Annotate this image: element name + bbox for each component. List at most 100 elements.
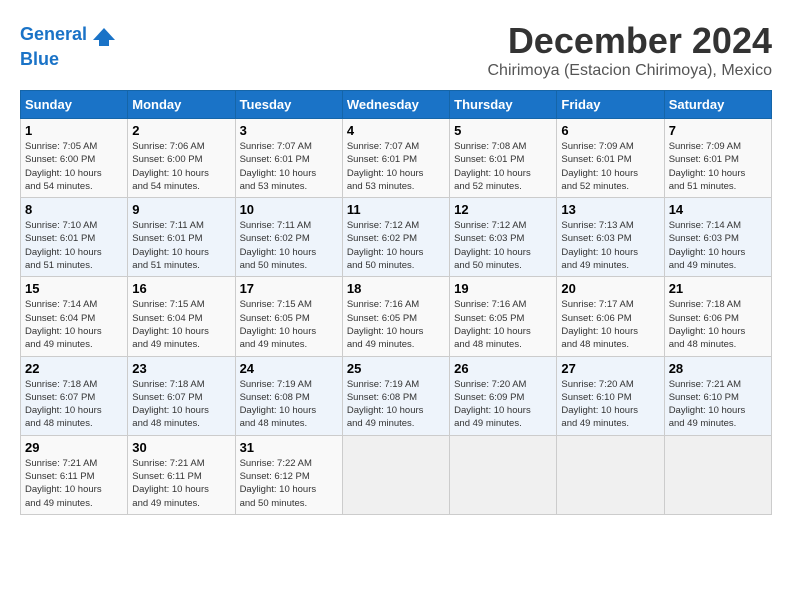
day-info: Sunrise: 7:15 AM Sunset: 6:04 PM Dayligh…	[132, 298, 230, 351]
day-info: Sunrise: 7:05 AM Sunset: 6:00 PM Dayligh…	[25, 140, 123, 193]
day-info: Sunrise: 7:22 AM Sunset: 6:12 PM Dayligh…	[240, 457, 338, 510]
day-number: 16	[132, 281, 230, 296]
calendar-cell: 15 Sunrise: 7:14 AM Sunset: 6:04 PM Dayli…	[21, 277, 128, 356]
calendar-cell: 30 Sunrise: 7:21 AM Sunset: 6:11 PM Dayli…	[128, 435, 235, 514]
day-number: 11	[347, 202, 445, 217]
calendar-cell: 31 Sunrise: 7:22 AM Sunset: 6:12 PM Dayli…	[235, 435, 342, 514]
calendar-cell: 19 Sunrise: 7:16 AM Sunset: 6:05 PM Dayli…	[450, 277, 557, 356]
day-number: 29	[25, 440, 123, 455]
day-info: Sunrise: 7:10 AM Sunset: 6:01 PM Dayligh…	[25, 219, 123, 272]
day-info: Sunrise: 7:20 AM Sunset: 6:09 PM Dayligh…	[454, 378, 552, 431]
day-number: 27	[561, 361, 659, 376]
calendar-cell: 2Sunrise: 7:06 AM Sunset: 6:00 PM Daylig…	[128, 119, 235, 198]
day-info: Sunrise: 7:21 AM Sunset: 6:11 PM Dayligh…	[132, 457, 230, 510]
day-number: 25	[347, 361, 445, 376]
day-number: 21	[669, 281, 767, 296]
col-header-friday: Friday	[557, 91, 664, 119]
calendar-cell: 13Sunrise: 7:13 AM Sunset: 6:03 PM Dayli…	[557, 198, 664, 277]
col-header-saturday: Saturday	[664, 91, 771, 119]
calendar-week-1: 1 Sunrise: 7:05 AM Sunset: 6:00 PM Daylig…	[21, 119, 772, 198]
day-info: Sunrise: 7:14 AM Sunset: 6:03 PM Dayligh…	[669, 219, 767, 272]
day-info: Sunrise: 7:18 AM Sunset: 6:07 PM Dayligh…	[132, 378, 230, 431]
day-info: Sunrise: 7:09 AM Sunset: 6:01 PM Dayligh…	[669, 140, 767, 193]
day-number: 18	[347, 281, 445, 296]
calendar-cell: 24 Sunrise: 7:19 AM Sunset: 6:08 PM Dayli…	[235, 356, 342, 435]
calendar-week-3: 15 Sunrise: 7:14 AM Sunset: 6:04 PM Dayli…	[21, 277, 772, 356]
day-number: 15	[25, 281, 123, 296]
day-number: 17	[240, 281, 338, 296]
calendar-cell: 5Sunrise: 7:08 AM Sunset: 6:01 PM Daylig…	[450, 119, 557, 198]
day-number: 19	[454, 281, 552, 296]
day-info: Sunrise: 7:15 AM Sunset: 6:05 PM Dayligh…	[240, 298, 338, 351]
calendar-cell: 12Sunrise: 7:12 AM Sunset: 6:03 PM Dayli…	[450, 198, 557, 277]
day-info: Sunrise: 7:19 AM Sunset: 6:08 PM Dayligh…	[240, 378, 338, 431]
col-header-monday: Monday	[128, 91, 235, 119]
day-number: 8	[25, 202, 123, 217]
calendar-cell	[557, 435, 664, 514]
day-number: 7	[669, 123, 767, 138]
day-info: Sunrise: 7:20 AM Sunset: 6:10 PM Dayligh…	[561, 378, 659, 431]
calendar-table: SundayMondayTuesdayWednesdayThursdayFrid…	[20, 90, 772, 515]
logo-text: General	[20, 25, 87, 45]
calendar-cell	[450, 435, 557, 514]
day-info: Sunrise: 7:13 AM Sunset: 6:03 PM Dayligh…	[561, 219, 659, 272]
day-info: Sunrise: 7:19 AM Sunset: 6:08 PM Dayligh…	[347, 378, 445, 431]
day-number: 4	[347, 123, 445, 138]
calendar-cell: 22Sunrise: 7:18 AM Sunset: 6:07 PM Dayli…	[21, 356, 128, 435]
col-header-thursday: Thursday	[450, 91, 557, 119]
calendar-cell: 28 Sunrise: 7:21 AM Sunset: 6:10 PM Dayli…	[664, 356, 771, 435]
day-info: Sunrise: 7:11 AM Sunset: 6:01 PM Dayligh…	[132, 219, 230, 272]
col-header-wednesday: Wednesday	[342, 91, 449, 119]
day-number: 9	[132, 202, 230, 217]
day-info: Sunrise: 7:16 AM Sunset: 6:05 PM Dayligh…	[454, 298, 552, 351]
calendar-cell: 8 Sunrise: 7:10 AM Sunset: 6:01 PM Daylig…	[21, 198, 128, 277]
calendar-cell: 7 Sunrise: 7:09 AM Sunset: 6:01 PM Daylig…	[664, 119, 771, 198]
calendar-cell: 27 Sunrise: 7:20 AM Sunset: 6:10 PM Dayli…	[557, 356, 664, 435]
day-number: 14	[669, 202, 767, 217]
day-info: Sunrise: 7:21 AM Sunset: 6:10 PM Dayligh…	[669, 378, 767, 431]
calendar-header-row: SundayMondayTuesdayWednesdayThursdayFrid…	[21, 91, 772, 119]
col-header-tuesday: Tuesday	[235, 91, 342, 119]
calendar-cell: 18 Sunrise: 7:16 AM Sunset: 6:05 PM Dayli…	[342, 277, 449, 356]
title-block: December 2024 Chirimoya (Estacion Chirim…	[487, 20, 772, 80]
day-number: 6	[561, 123, 659, 138]
day-number: 2	[132, 123, 230, 138]
calendar-cell: 6 Sunrise: 7:09 AM Sunset: 6:01 PM Daylig…	[557, 119, 664, 198]
col-header-sunday: Sunday	[21, 91, 128, 119]
day-info: Sunrise: 7:21 AM Sunset: 6:11 PM Dayligh…	[25, 457, 123, 510]
day-info: Sunrise: 7:14 AM Sunset: 6:04 PM Dayligh…	[25, 298, 123, 351]
calendar-cell: 17 Sunrise: 7:15 AM Sunset: 6:05 PM Dayli…	[235, 277, 342, 356]
day-info: Sunrise: 7:17 AM Sunset: 6:06 PM Dayligh…	[561, 298, 659, 351]
calendar-cell: 4Sunrise: 7:07 AM Sunset: 6:01 PM Daylig…	[342, 119, 449, 198]
day-number: 10	[240, 202, 338, 217]
calendar-cell: 20Sunrise: 7:17 AM Sunset: 6:06 PM Dayli…	[557, 277, 664, 356]
calendar-cell	[342, 435, 449, 514]
day-number: 1	[25, 123, 123, 138]
calendar-cell: 29 Sunrise: 7:21 AM Sunset: 6:11 PM Dayli…	[21, 435, 128, 514]
calendar-cell: 9 Sunrise: 7:11 AM Sunset: 6:01 PM Daylig…	[128, 198, 235, 277]
day-info: Sunrise: 7:12 AM Sunset: 6:02 PM Dayligh…	[347, 219, 445, 272]
day-info: Sunrise: 7:16 AM Sunset: 6:05 PM Dayligh…	[347, 298, 445, 351]
day-number: 30	[132, 440, 230, 455]
day-number: 24	[240, 361, 338, 376]
page-header: General Blue December 2024 Chirimoya (Es…	[20, 20, 772, 80]
calendar-cell	[664, 435, 771, 514]
day-number: 31	[240, 440, 338, 455]
calendar-cell: 11 Sunrise: 7:12 AM Sunset: 6:02 PM Dayli…	[342, 198, 449, 277]
day-number: 3	[240, 123, 338, 138]
location-title: Chirimoya (Estacion Chirimoya), Mexico	[487, 62, 772, 80]
calendar-cell: 1 Sunrise: 7:05 AM Sunset: 6:00 PM Daylig…	[21, 119, 128, 198]
day-info: Sunrise: 7:18 AM Sunset: 6:06 PM Dayligh…	[669, 298, 767, 351]
day-info: Sunrise: 7:11 AM Sunset: 6:02 PM Dayligh…	[240, 219, 338, 272]
calendar-cell: 3 Sunrise: 7:07 AM Sunset: 6:01 PM Daylig…	[235, 119, 342, 198]
logo: General Blue	[20, 20, 119, 70]
day-number: 28	[669, 361, 767, 376]
calendar-cell: 26Sunrise: 7:20 AM Sunset: 6:09 PM Dayli…	[450, 356, 557, 435]
day-number: 5	[454, 123, 552, 138]
calendar-cell: 10 Sunrise: 7:11 AM Sunset: 6:02 PM Dayli…	[235, 198, 342, 277]
calendar-week-2: 8 Sunrise: 7:10 AM Sunset: 6:01 PM Daylig…	[21, 198, 772, 277]
day-info: Sunrise: 7:07 AM Sunset: 6:01 PM Dayligh…	[240, 140, 338, 193]
calendar-week-5: 29 Sunrise: 7:21 AM Sunset: 6:11 PM Dayli…	[21, 435, 772, 514]
logo-text-blue: Blue	[20, 50, 119, 70]
day-info: Sunrise: 7:09 AM Sunset: 6:01 PM Dayligh…	[561, 140, 659, 193]
